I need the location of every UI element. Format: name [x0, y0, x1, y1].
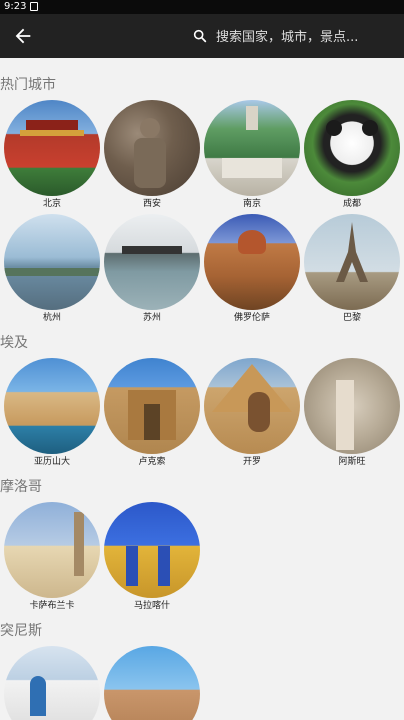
city-photo: [4, 502, 100, 598]
back-arrow-icon[interactable]: [12, 25, 34, 47]
status-bar: 9:23: [0, 0, 404, 14]
city-photo: [104, 358, 200, 454]
city-item[interactable]: 杭州: [4, 214, 100, 324]
city-photo: [204, 358, 300, 454]
city-photo: [4, 214, 100, 310]
city-name: 巴黎: [342, 313, 361, 323]
city-photo: [104, 502, 200, 598]
destination-list[interactable]: 热门城市 北京 西安 南京 成都 杭州 苏州 佛罗伦萨 巴黎 埃及 亚历山大 卢…: [0, 58, 404, 720]
city-name: 阿斯旺: [338, 457, 366, 467]
city-name: 卢克索: [138, 457, 166, 467]
city-item[interactable]: [104, 646, 200, 720]
status-time: 9:23: [4, 1, 27, 12]
city-item[interactable]: 北京: [4, 100, 100, 210]
city-item[interactable]: [4, 646, 100, 720]
city-item[interactable]: 卡萨布兰卡: [4, 502, 100, 612]
city-item[interactable]: 佛罗伦萨: [204, 214, 300, 324]
city-name: 开罗: [242, 457, 261, 467]
city-item[interactable]: 巴黎: [304, 214, 400, 324]
city-photo: [4, 358, 100, 454]
city-name: 马拉喀什: [133, 601, 170, 611]
city-photo: [204, 100, 300, 196]
city-photo: [304, 358, 400, 454]
section-title-morocco: 摩洛哥: [0, 479, 42, 495]
city-photo: [4, 100, 100, 196]
city-name: 亚历山大: [33, 457, 70, 467]
city-item[interactable]: 南京: [204, 100, 300, 210]
city-name: 卡萨布兰卡: [29, 601, 75, 611]
city-name: 苏州: [142, 313, 161, 323]
city-item[interactable]: 阿斯旺: [304, 358, 400, 468]
city-item[interactable]: 亚历山大: [4, 358, 100, 468]
city-item[interactable]: 马拉喀什: [104, 502, 200, 612]
city-name: 北京: [42, 199, 61, 209]
city-photo: [304, 100, 400, 196]
section-title-hot-cities: 热门城市: [0, 77, 56, 93]
section-title-tunisia: 突尼斯: [0, 623, 42, 639]
city-item[interactable]: 卢克索: [104, 358, 200, 468]
city-item[interactable]: 开罗: [204, 358, 300, 468]
city-name: 成都: [342, 199, 361, 209]
city-item[interactable]: 苏州: [104, 214, 200, 324]
city-name: 杭州: [42, 313, 61, 323]
city-name: 南京: [242, 199, 261, 209]
city-photo: [104, 214, 200, 310]
city-name: 佛罗伦萨: [233, 313, 270, 323]
city-photo: [204, 214, 300, 310]
city-photo: [304, 214, 400, 310]
search-icon: [193, 29, 207, 43]
search-bar[interactable]: [190, 25, 400, 49]
search-input[interactable]: [214, 25, 398, 49]
city-item[interactable]: 成都: [304, 100, 400, 210]
city-photo: [104, 646, 200, 720]
city-item[interactable]: 西安: [104, 100, 200, 210]
city-name: 西安: [142, 199, 161, 209]
app-bar: [0, 14, 404, 58]
eiffel-tower-graphic: [336, 222, 368, 282]
sim-icon: [30, 2, 38, 11]
city-photo: [104, 100, 200, 196]
section-title-egypt: 埃及: [0, 335, 28, 351]
city-photo: [4, 646, 100, 720]
